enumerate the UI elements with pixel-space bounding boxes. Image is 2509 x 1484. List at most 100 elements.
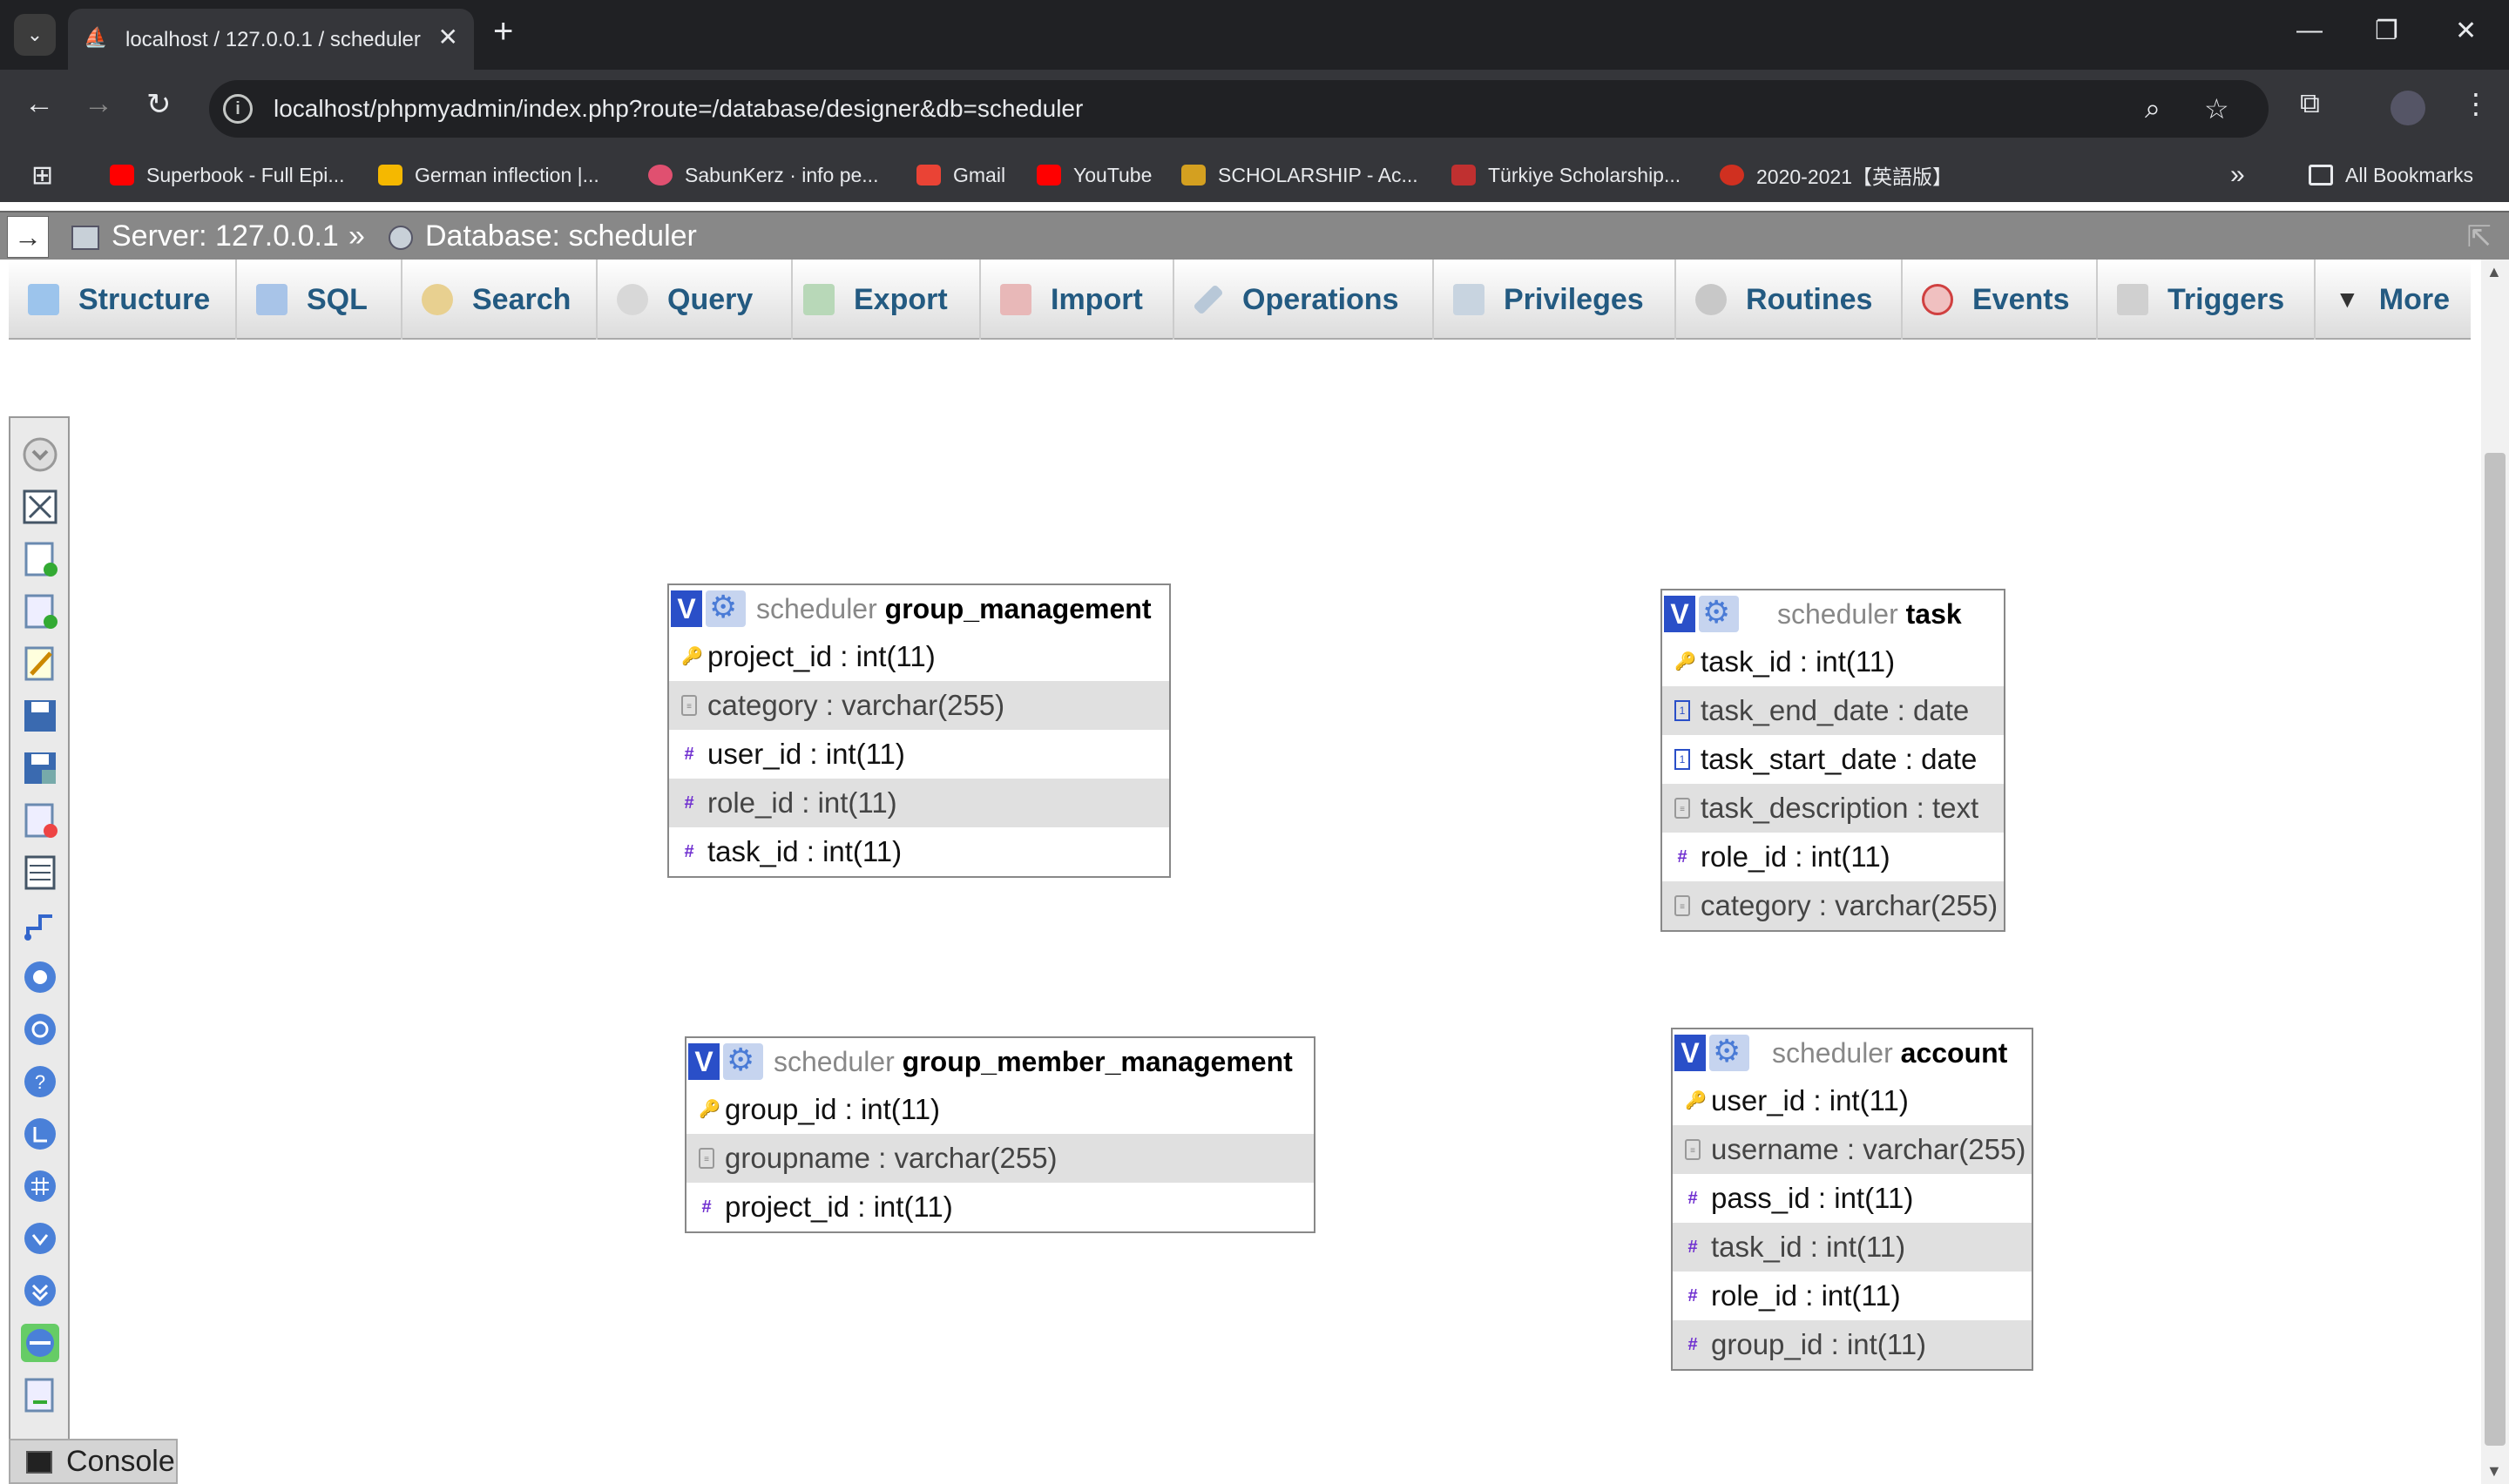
all-bookmarks-button[interactable]: All Bookmarks bbox=[2309, 160, 2473, 190]
navigation-toggle-icon[interactable]: → bbox=[7, 216, 49, 258]
scroll-down-icon[interactable]: ▼ bbox=[2486, 1462, 2502, 1481]
table-column-row[interactable]: 1 task_end_date : date bbox=[1662, 686, 2004, 735]
url-text[interactable]: localhost/phpmyadmin/index.php?route=/da… bbox=[274, 95, 1083, 123]
scroll-up-icon[interactable]: ▲ bbox=[2486, 263, 2502, 281]
table-column-row[interactable]: # group_id : int(11) bbox=[1673, 1320, 2032, 1369]
table-column-row[interactable]: # role_id : int(11) bbox=[1662, 833, 2004, 881]
table-column-row[interactable]: ≡ username : varchar(255) bbox=[1673, 1125, 2032, 1174]
bookmark-item[interactable]: 2020-2021【英語版】 bbox=[1720, 160, 1952, 190]
breadcrumb-server[interactable]: Server: 127.0.0.1 bbox=[71, 219, 339, 253]
table-options-icon[interactable] bbox=[706, 587, 746, 627]
table-column-row[interactable]: ≡ category : varchar(255) bbox=[669, 681, 1169, 730]
zoom-icon[interactable]: ⌕ bbox=[2145, 92, 2161, 125]
site-info-icon[interactable]: i bbox=[223, 94, 253, 124]
edit-page-icon[interactable] bbox=[21, 644, 59, 683]
table-column-row[interactable]: 1 task_start_date : date bbox=[1662, 735, 2004, 784]
profile-avatar[interactable] bbox=[2391, 91, 2425, 125]
tab-privileges[interactable]: Privileges bbox=[1434, 260, 1676, 340]
tab-search-button[interactable]: ⌄ bbox=[14, 14, 56, 56]
window-close-icon[interactable]: ✕ bbox=[2455, 16, 2477, 46]
choose-column-icon[interactable] bbox=[21, 958, 59, 996]
apps-grid-icon[interactable]: ⊞ bbox=[31, 160, 53, 190]
forward-icon[interactable]: → bbox=[84, 87, 113, 121]
tab-export[interactable]: Export bbox=[784, 260, 981, 340]
table-header[interactable]: V scheduler task bbox=[1662, 590, 2004, 637]
table-column-row[interactable]: 🔑 project_id : int(11) bbox=[669, 632, 1169, 681]
designer-table-account[interactable]: V scheduler account 🔑user_id : int(11) ≡… bbox=[1671, 1028, 2033, 1371]
table-column-row[interactable]: # role_id : int(11) bbox=[1673, 1272, 2032, 1320]
table-column-row[interactable]: # project_id : int(11) bbox=[686, 1183, 1314, 1231]
tab-triggers[interactable]: Triggers bbox=[2098, 260, 2316, 340]
tab-more[interactable]: ▼ More bbox=[2316, 260, 2471, 340]
omnibox[interactable]: i localhost/phpmyadmin/index.php?route=/… bbox=[209, 80, 2269, 138]
table-column-row[interactable]: # task_id : int(11) bbox=[1673, 1223, 2032, 1272]
table-column-row[interactable]: # user_id : int(11) bbox=[669, 730, 1169, 779]
tab-sql[interactable]: SQL bbox=[237, 260, 402, 340]
bookmark-item[interactable]: Gmail bbox=[916, 160, 1005, 190]
bookmark-item[interactable]: Türkiye Scholarship... bbox=[1451, 160, 1681, 190]
add-tables-icon[interactable] bbox=[21, 540, 59, 578]
tab-search[interactable]: Search bbox=[402, 260, 598, 340]
export-schema-icon[interactable] bbox=[21, 1376, 59, 1414]
bookmark-item[interactable]: Superbook - Full Epi... bbox=[110, 160, 345, 190]
bookmark-item[interactable]: YouTube bbox=[1037, 160, 1152, 190]
save-icon[interactable] bbox=[21, 697, 59, 735]
table-column-row[interactable]: ≡ task_description : text bbox=[1662, 784, 2004, 833]
designer-table-group_member_management[interactable]: V scheduler group_member_management 🔑 gro… bbox=[685, 1036, 1315, 1233]
tab-close-icon[interactable]: ✕ bbox=[438, 23, 458, 51]
table-options-icon[interactable] bbox=[723, 1040, 763, 1080]
menu-dots-icon[interactable]: ⋮ bbox=[2462, 87, 2490, 120]
delete-page-icon[interactable] bbox=[21, 801, 59, 840]
table-options-icon[interactable] bbox=[1699, 592, 1739, 632]
reload-icon[interactable] bbox=[21, 1010, 59, 1049]
browser-tab[interactable]: ⛵ localhost / 127.0.0.1 / scheduler ✕ bbox=[68, 9, 474, 70]
toggle-table-icon[interactable]: V bbox=[671, 590, 702, 627]
table-column-row[interactable]: 🔑 task_id : int(11) bbox=[1662, 637, 2004, 686]
restore-icon[interactable]: ❐ bbox=[2375, 16, 2398, 46]
tab-query[interactable]: Query bbox=[598, 260, 793, 340]
table-column-row[interactable]: 🔑 user_id : int(11) bbox=[1673, 1076, 2032, 1125]
collapse-top-icon[interactable]: ⇱ bbox=[2467, 219, 2492, 254]
bookmarks-overflow-icon[interactable]: » bbox=[2230, 160, 2245, 190]
new-page-icon[interactable] bbox=[21, 592, 59, 631]
console-toggle[interactable]: Console bbox=[9, 1439, 178, 1484]
bookmark-star-icon[interactable]: ☆ bbox=[2204, 92, 2229, 125]
help-icon[interactable]: ? bbox=[21, 1062, 59, 1101]
tab-events[interactable]: Events bbox=[1903, 260, 2098, 340]
extensions-icon[interactable]: ⧉ bbox=[2300, 87, 2320, 120]
tab-operations[interactable]: Operations bbox=[1174, 260, 1434, 340]
table-header[interactable]: V scheduler group_management bbox=[669, 585, 1169, 632]
table-column-row[interactable]: # pass_id : int(11) bbox=[1673, 1174, 2032, 1223]
small-big-all-icon[interactable] bbox=[21, 1219, 59, 1258]
table-column-row[interactable]: # task_id : int(11) bbox=[669, 827, 1169, 876]
fullscreen-icon[interactable] bbox=[21, 488, 59, 526]
table-header[interactable]: V scheduler group_member_management bbox=[686, 1038, 1314, 1085]
designer-table-task[interactable]: V scheduler task 🔑 task_id : int(11) 1 tas… bbox=[1660, 589, 2005, 932]
tab-routines[interactable]: Routines bbox=[1676, 260, 1903, 340]
tab-structure[interactable]: Structure bbox=[9, 260, 237, 340]
page-scrollbar[interactable]: ▲ ▼ bbox=[2481, 260, 2509, 1484]
bookmark-item[interactable]: German inflection |... bbox=[378, 160, 599, 190]
toggle-small-big-icon[interactable] bbox=[21, 1272, 59, 1310]
table-column-row[interactable]: ≡ category : varchar(255) bbox=[1662, 881, 2004, 930]
breadcrumb-database[interactable]: Database: scheduler bbox=[389, 219, 697, 253]
back-icon[interactable]: ← bbox=[24, 87, 54, 121]
bookmark-item[interactable]: SabunKerz · info pe... bbox=[648, 160, 878, 190]
designer-table-group_management[interactable]: V scheduler group_management 🔑project_id… bbox=[667, 583, 1171, 878]
new-tab-icon[interactable]: + bbox=[493, 12, 513, 51]
create-relationship-icon[interactable] bbox=[21, 906, 59, 944]
toggle-table-icon[interactable]: V bbox=[1674, 1035, 1706, 1071]
tab-import[interactable]: Import bbox=[981, 260, 1174, 340]
snap-to-grid-icon[interactable] bbox=[21, 1167, 59, 1205]
scrollbar-thumb[interactable] bbox=[2485, 453, 2506, 1446]
angular-links-icon[interactable] bbox=[21, 1115, 59, 1153]
toggle-table-icon[interactable]: V bbox=[688, 1043, 720, 1080]
minimize-icon[interactable]: — bbox=[2296, 16, 2323, 45]
table-header[interactable]: V scheduler account bbox=[1673, 1029, 2032, 1076]
toggle-menu-icon[interactable] bbox=[21, 435, 59, 474]
table-column-row[interactable]: # role_id : int(11) bbox=[669, 779, 1169, 827]
table-column-row[interactable]: 🔑 group_id : int(11) bbox=[686, 1085, 1314, 1134]
table-options-icon[interactable] bbox=[1709, 1031, 1749, 1071]
create-table-icon[interactable] bbox=[21, 853, 59, 892]
save-as-icon[interactable] bbox=[21, 749, 59, 787]
